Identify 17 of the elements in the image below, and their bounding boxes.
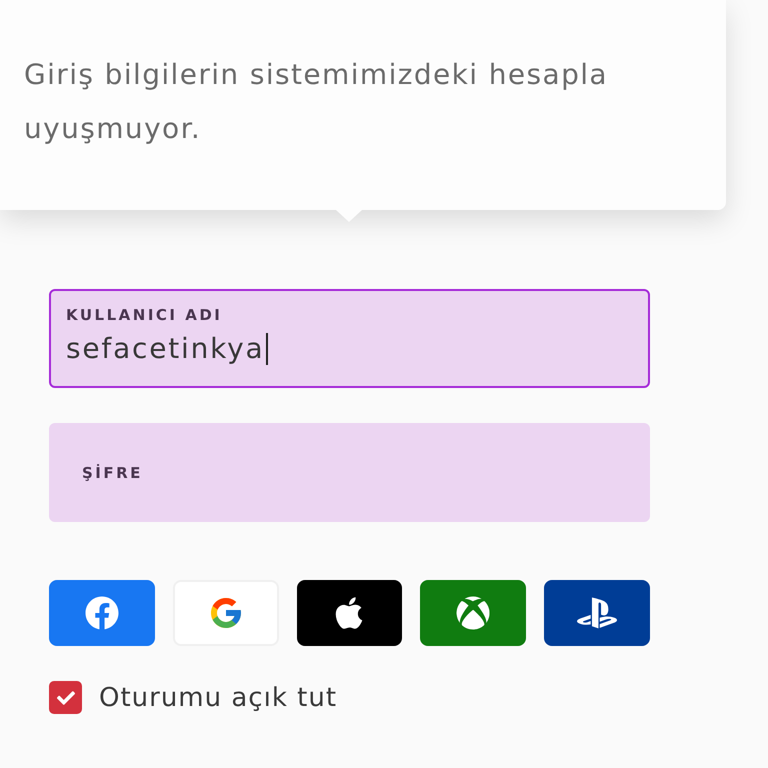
field-label: ŞİFRE (82, 462, 143, 482)
playstation-button[interactable] (544, 580, 650, 646)
xbox-icon (456, 596, 490, 630)
facebook-button[interactable] (49, 580, 155, 646)
xbox-button[interactable] (420, 580, 526, 646)
text-cursor (266, 332, 268, 364)
input-field[interactable]: ŞİFRE (49, 423, 650, 522)
facebook-icon (84, 596, 119, 630)
field-value: sefacetinkya (66, 330, 265, 366)
input-field[interactable]: KULLANICI ADI sefacetinkya (49, 289, 650, 388)
google-button[interactable] (172, 580, 279, 646)
checkmark-icon (56, 688, 74, 706)
apple-button[interactable] (296, 580, 402, 646)
checkbox[interactable] (49, 681, 82, 714)
field-label: KULLANICI ADI (66, 304, 222, 324)
error-message: Giriş bilgilerin sistemimizdeki hesapla uyuşmuyor. (24, 57, 609, 147)
checkbox-label: Oturumu açık tut (99, 682, 338, 712)
